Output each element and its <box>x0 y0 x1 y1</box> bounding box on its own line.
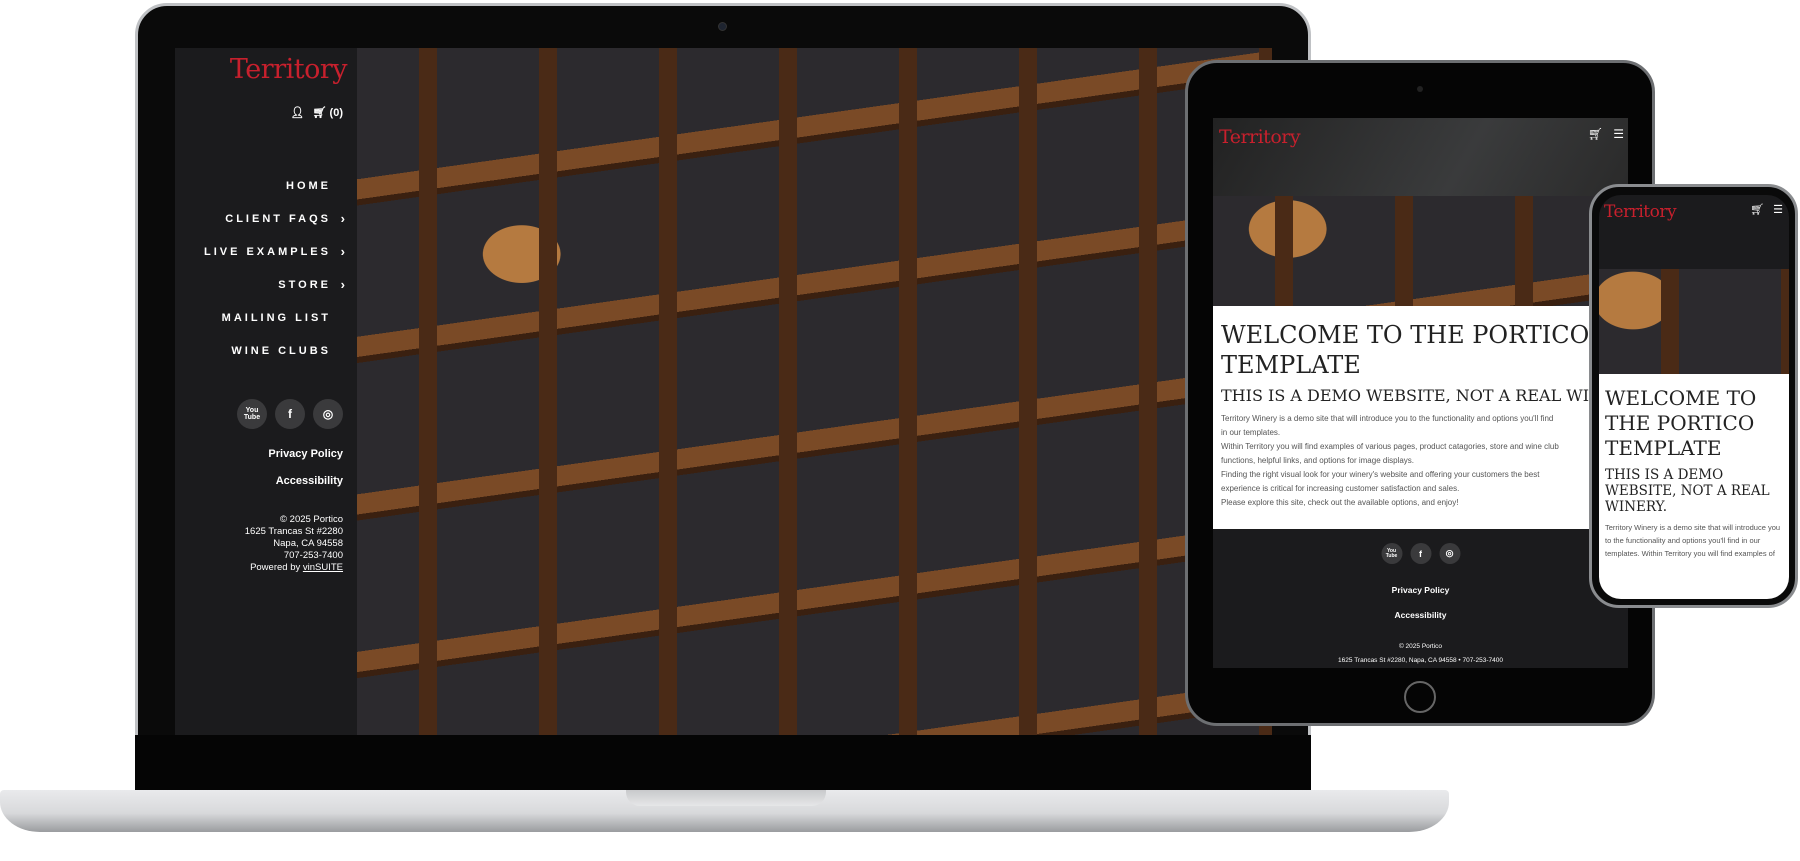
privacy-policy-link[interactable]: Privacy Policy <box>268 448 343 475</box>
tablet-header: Territory 🛒︎ ☰ <box>1213 118 1628 196</box>
hero-image-barrel-room <box>1599 269 1789 374</box>
header-icons: 🛒︎ ☰ <box>1588 127 1624 141</box>
tablet-home-button <box>1404 681 1436 713</box>
social-links: You Tube f ◎ <box>1381 543 1460 564</box>
site-logo[interactable]: Territory <box>1219 126 1301 148</box>
welcome-text: Territory Winery is a demo site that wil… <box>1605 523 1781 558</box>
demo-subheading: THIS IS A DEMO WEBSITE, NOT A REAL WINER… <box>1221 386 1628 405</box>
nav-item-store[interactable]: STORE › <box>204 268 345 301</box>
nav-item-mailing-list[interactable]: MAILING LIST <box>204 301 345 334</box>
facebook-icon[interactable]: f <box>1410 543 1431 564</box>
nav-item-client-faqs[interactable]: CLIENT FAQS › <box>204 202 345 235</box>
text-line: Please explore this site, check out the … <box>1221 498 1459 507</box>
nav-item-live-examples[interactable]: LIVE EXAMPLES › <box>204 235 345 268</box>
text-line: in our templates. <box>1221 428 1281 437</box>
tablet-screen: Territory 🛒︎ ☰ WELCOME TO THE PORTICO TE… <box>1213 118 1628 668</box>
nav-label: WINE CLUBS <box>231 344 331 357</box>
cart-icon: 🛒︎ <box>312 107 327 119</box>
nav-label: CLIENT FAQS <box>225 212 331 225</box>
youtube-icon[interactable]: You Tube <box>237 399 267 429</box>
sidebar: Territory 👤︎ 🛒︎ (0) HOME CLIENT FAQS › LI… <box>175 48 357 735</box>
nav-label: HOME <box>286 179 331 192</box>
welcome-section: WELCOME TO THE PORTICO TEMPLATE THIS IS … <box>1599 374 1789 599</box>
laptop-bezel-bottom <box>135 735 1311 790</box>
accessibility-link[interactable]: Accessibility <box>1213 610 1628 635</box>
phone-number[interactable]: 707-253-7400 <box>245 550 343 562</box>
text-line: Finding the right visual look for your w… <box>1221 470 1540 479</box>
welcome-heading: WELCOME TO THE PORTICO TEMPLATE <box>1221 321 1590 379</box>
phone-screen: Territory 🛒︎ ☰ WELCOME TO THE PORTICO TE… <box>1599 195 1789 599</box>
text-line: Territory Winery is a demo site that wil… <box>1221 414 1554 423</box>
welcome-heading: WELCOME TO THE PORTICO TEMPLATE <box>1605 386 1757 460</box>
nav-item-home[interactable]: HOME <box>204 169 345 202</box>
welcome-text: Territory Winery is a demo site that wil… <box>1221 412 1620 510</box>
address-line-2: Napa, CA 94558 <box>273 538 343 549</box>
header-icons: 🛒︎ ☰ <box>1750 203 1783 216</box>
footer-info: © 2025 Portico 1625 Trancas St #2280, Na… <box>1213 640 1628 668</box>
menu-icon[interactable]: ☰ <box>1613 127 1624 141</box>
cart-icon[interactable]: 🛒︎ <box>1750 203 1764 216</box>
text-line: functions, helpful links, and options fo… <box>1221 456 1414 465</box>
instagram-icon[interactable]: ◎ <box>1439 543 1460 564</box>
hero-image-barrel-room <box>357 48 1272 735</box>
site-logo[interactable]: Territory <box>230 54 348 85</box>
cart-count: (0) <box>329 107 343 119</box>
footer-info: © 2025 Portico 1625 Trancas St #2280 Nap… <box>245 514 343 574</box>
menu-icon[interactable]: ☰ <box>1773 203 1783 216</box>
main-nav: HOME CLIENT FAQS › LIVE EXAMPLES › STORE › … <box>204 169 345 367</box>
demo-subheading: THIS IS A DEMO WEBSITE, NOT A REAL WINER… <box>1605 467 1770 515</box>
hero-image-barrel-room <box>1213 196 1628 306</box>
user-icon[interactable]: 👤︎ <box>291 106 305 119</box>
social-links: You Tube f ◎ <box>237 399 343 429</box>
instagram-icon[interactable]: ◎ <box>313 399 343 429</box>
footer-links: Privacy Policy Accessibility <box>268 448 343 502</box>
address-line-1: 1625 Trancas St #2280 <box>244 526 343 537</box>
site-logo[interactable]: Territory <box>1604 202 1677 222</box>
privacy-policy-link[interactable]: Privacy Policy <box>1213 585 1628 610</box>
powered-by-label: Powered by <box>250 562 303 573</box>
youtube-icon[interactable]: You Tube <box>1381 543 1402 564</box>
footer-links: Privacy Policy Accessibility <box>1213 585 1628 635</box>
copyright: © 2025 Portico <box>280 514 343 525</box>
chevron-right-icon: › <box>340 244 345 259</box>
address: 1625 Trancas St #2280, Napa, CA 94558 • … <box>1338 657 1503 664</box>
utility-bar: 👤︎ 🛒︎ (0) <box>291 106 343 119</box>
nav-item-wine-clubs[interactable]: WINE CLUBS <box>204 334 345 367</box>
vinsuite-link[interactable]: vinSUITE <box>303 562 343 573</box>
powered-by: Powered by vinSUITE <box>245 562 343 574</box>
cart-icon[interactable]: 🛒︎ <box>1588 127 1603 141</box>
laptop-screen: Territory 👤︎ 🛒︎ (0) HOME CLIENT FAQS › LI… <box>175 48 1272 735</box>
tablet-camera <box>1417 86 1423 92</box>
copyright: © 2025 Portico <box>1398 643 1443 650</box>
facebook-icon[interactable]: f <box>275 399 305 429</box>
nav-label: STORE <box>278 278 331 291</box>
chevron-right-icon: › <box>340 211 345 226</box>
accessibility-link[interactable]: Accessibility <box>268 475 343 502</box>
text-line: experience is critical for increasing cu… <box>1221 484 1460 493</box>
nav-label: MAILING LIST <box>221 311 331 324</box>
chevron-right-icon: › <box>340 277 345 292</box>
laptop-lid-notch <box>626 790 826 806</box>
welcome-section: WELCOME TO THE PORTICO TEMPLATE THIS IS … <box>1213 306 1628 529</box>
cart-link[interactable]: 🛒︎ (0) <box>313 106 343 119</box>
text-line: Within Territory you will find examples … <box>1221 442 1559 451</box>
nav-label: LIVE EXAMPLES <box>203 245 331 258</box>
laptop-camera <box>718 22 727 31</box>
